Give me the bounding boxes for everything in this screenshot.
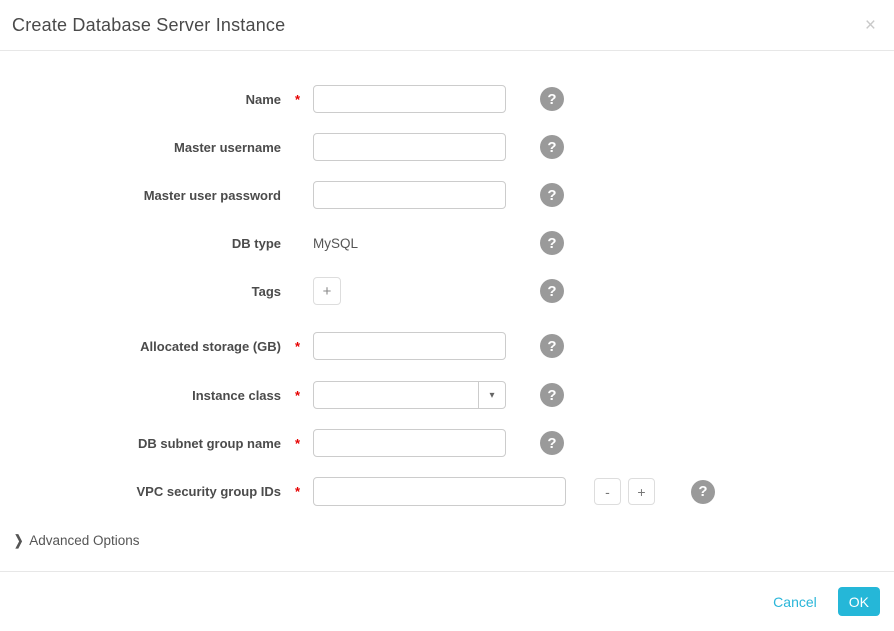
advanced-options-label: Advanced Options: [29, 533, 139, 548]
advanced-options-toggle[interactable]: ❯ Advanced Options: [14, 530, 894, 550]
vpc-add-button[interactable]: +: [628, 478, 655, 505]
label-cell: VPC security group IDs *: [0, 484, 300, 499]
required-asterisk: *: [281, 388, 300, 403]
control-cell: ▾: [313, 381, 540, 409]
cancel-button[interactable]: Cancel: [773, 594, 817, 610]
help-icon[interactable]: ?: [540, 334, 564, 358]
db-type-value: MySQL: [313, 236, 358, 251]
master-username-input[interactable]: [313, 133, 506, 161]
master-username-label: Master username: [174, 140, 281, 155]
control-cell: [313, 181, 540, 209]
db-type-label: DB type: [232, 236, 281, 251]
control-cell: [313, 85, 540, 113]
help-icon[interactable]: ?: [691, 480, 715, 504]
form-row-tags: Tags + ?: [0, 277, 894, 305]
help-icon[interactable]: ?: [540, 383, 564, 407]
help-icon[interactable]: ?: [540, 135, 564, 159]
vpc-security-group-input[interactable]: [313, 477, 566, 506]
form-row-db-type: DB type MySQL ?: [0, 229, 894, 257]
allocated-storage-label: Allocated storage (GB): [140, 339, 281, 354]
label-cell: Tags: [0, 284, 300, 299]
master-user-password-input[interactable]: [313, 181, 506, 209]
control-cell: [313, 332, 540, 360]
label-cell: DB type: [0, 236, 300, 251]
required-asterisk: *: [281, 339, 300, 354]
close-icon[interactable]: ×: [861, 14, 880, 37]
modal-body: Name * ? Master username ? Master user p…: [0, 51, 894, 551]
label-cell: Instance class *: [0, 388, 300, 403]
form-row-vpc-security-groups: VPC security group IDs * - + ?: [0, 477, 894, 506]
master-user-password-label: Master user password: [144, 188, 281, 203]
instance-class-value: [314, 382, 478, 408]
instance-class-select[interactable]: ▾: [313, 381, 506, 409]
label-cell: Allocated storage (GB) *: [0, 339, 300, 354]
help-icon[interactable]: ?: [540, 231, 564, 255]
modal-title: Create Database Server Instance: [12, 15, 285, 36]
label-cell: Master user password: [0, 188, 300, 203]
control-cell: +: [313, 277, 540, 305]
form-row-master-username: Master username ?: [0, 133, 894, 161]
control-cell: [313, 429, 540, 457]
form-row-master-user-password: Master user password ?: [0, 181, 894, 209]
vpc-remove-button[interactable]: -: [594, 478, 621, 505]
label-cell: Name *: [0, 92, 300, 107]
ok-button[interactable]: OK: [838, 587, 880, 616]
name-label: Name: [246, 92, 281, 107]
form-row-name: Name * ?: [0, 85, 894, 113]
tags-add-button[interactable]: +: [313, 277, 341, 305]
instance-class-label: Instance class: [192, 388, 281, 403]
label-cell: DB subnet group name *: [0, 436, 300, 451]
name-input[interactable]: [313, 85, 506, 113]
label-cell: Master username: [0, 140, 300, 155]
help-icon[interactable]: ?: [540, 431, 564, 455]
control-cell: MySQL: [313, 236, 540, 251]
form-row-instance-class: Instance class * ▾ ?: [0, 381, 894, 409]
help-icon[interactable]: ?: [540, 183, 564, 207]
vpc-security-group-label: VPC security group IDs: [137, 484, 281, 499]
help-icon[interactable]: ?: [540, 279, 564, 303]
control-cell: [313, 133, 540, 161]
create-db-server-instance-modal: Create Database Server Instance × Name *…: [0, 0, 894, 631]
form-row-db-subnet-group: DB subnet group name * ?: [0, 429, 894, 457]
required-asterisk: *: [281, 484, 300, 499]
required-asterisk: *: [281, 436, 300, 451]
help-icon[interactable]: ?: [540, 87, 564, 111]
db-subnet-group-label: DB subnet group name: [138, 436, 281, 451]
chevron-down-icon[interactable]: ▾: [478, 382, 505, 408]
tags-label: Tags: [252, 284, 281, 299]
required-asterisk: *: [281, 92, 300, 107]
modal-header: Create Database Server Instance ×: [0, 0, 894, 51]
chevron-right-icon: ❯: [14, 532, 23, 548]
modal-footer: Cancel OK: [0, 571, 894, 631]
form-row-allocated-storage: Allocated storage (GB) * ?: [0, 332, 894, 360]
allocated-storage-input[interactable]: [313, 332, 506, 360]
db-subnet-group-input[interactable]: [313, 429, 506, 457]
